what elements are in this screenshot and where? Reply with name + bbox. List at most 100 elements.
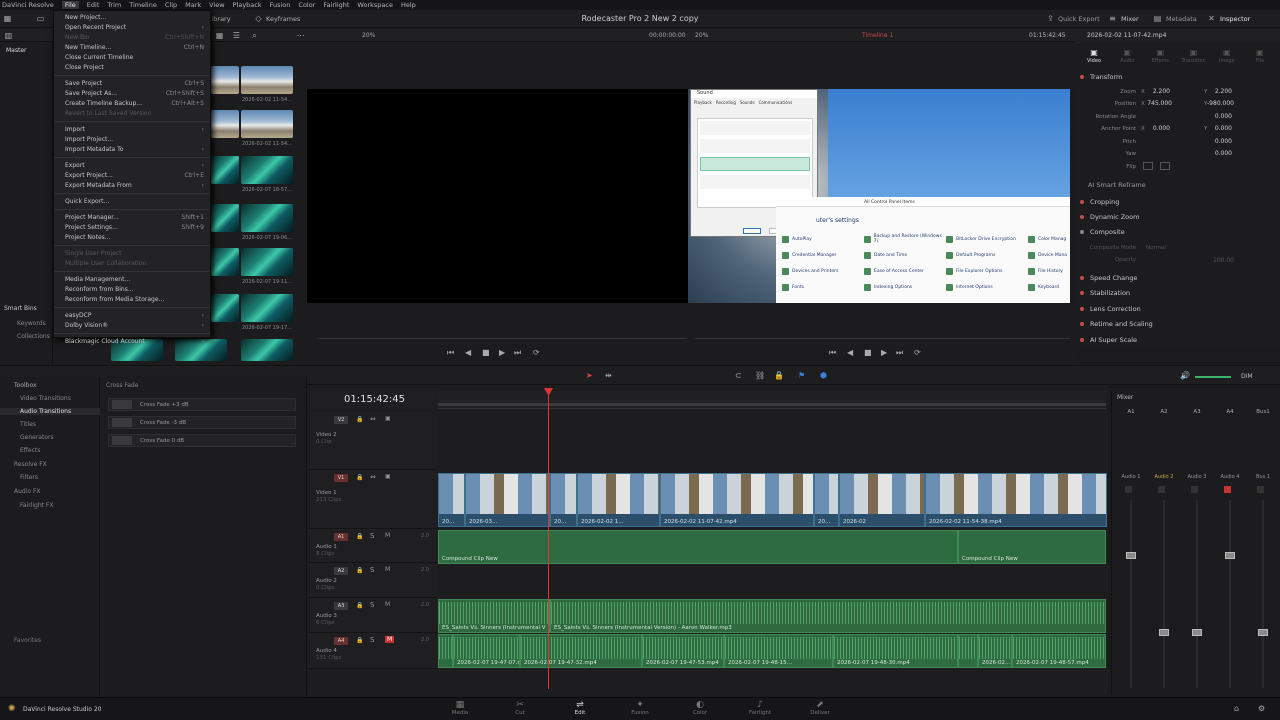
track-id[interactable]: A1 (334, 533, 348, 541)
track-solo-icon[interactable]: S (370, 532, 374, 540)
toolbox-node[interactable]: Toolbox (14, 382, 37, 389)
media-thumbnail[interactable] (211, 66, 239, 94)
zoom-y-field[interactable]: 2.200 (1208, 88, 1232, 95)
video-clip[interactable]: 20... (438, 473, 465, 527)
file-menu-item[interactable]: easyDCP › (54, 310, 210, 320)
anchor-x-field[interactable]: 0.000 (1146, 125, 1170, 132)
effects-tree-item[interactable]: Filters (20, 474, 38, 481)
inspector-section[interactable]: Dynamic Zoom (1080, 213, 1139, 221)
track-lock-icon[interactable]: 🔒 (356, 567, 363, 574)
track-solo-icon[interactable]: S (370, 601, 374, 609)
inspector-section[interactable]: Lens Correction (1080, 305, 1141, 313)
track-mute-icon[interactable]: M (385, 566, 390, 573)
more-icon[interactable]: ⋯ (296, 31, 305, 40)
cross-fade-item[interactable]: Cross Fade +3 dB (108, 398, 296, 411)
media-thumbnail[interactable] (211, 294, 239, 322)
file-menu-item[interactable]: Open Recent Project › (54, 22, 210, 32)
media-thumbnail[interactable] (211, 110, 239, 138)
yaw-field[interactable]: 0.000 (1208, 150, 1232, 157)
control-panel-item[interactable]: Devices and Printers (782, 265, 862, 277)
mixer-mute-button[interactable] (1224, 486, 1231, 493)
list-view-icon[interactable]: ▥ (4, 31, 13, 40)
track-lock-icon[interactable]: 🔒 (356, 533, 363, 540)
control-panel-item[interactable]: AutoPlay (782, 233, 862, 245)
snapping-icon[interactable]: ⊂ (735, 371, 742, 380)
section-enable-dot[interactable] (1080, 276, 1084, 280)
source-loop-icon[interactable]: ⟳ (533, 348, 540, 357)
menu-clip[interactable]: Clip (165, 1, 177, 9)
audio-clip[interactable]: 2026-02-07 19-48-57.mp4 (1012, 634, 1106, 668)
page-fairlight[interactable]: ♪ Fairlight (730, 700, 790, 716)
inspector-tabs[interactable]: ▣ Video ▣ Audio ▣ Effects ▣ Transition ▣ Image ▣ Fi… (1079, 45, 1275, 67)
mixer-fader-knob[interactable] (1126, 552, 1136, 559)
media-thumbnail[interactable] (241, 294, 293, 322)
file-menu-item[interactable]: Project Manager... Shift+1 (54, 212, 210, 222)
track-lock-icon[interactable]: 🔒 (356, 602, 363, 609)
video-clip[interactable]: 20... (814, 473, 839, 527)
menu-trim[interactable]: Trim (107, 1, 121, 9)
file-menu-item[interactable]: Reconform from Media Storage... (54, 294, 210, 304)
page-deliver[interactable]: ⬈ Deliver (790, 700, 850, 716)
section-enable-dot[interactable] (1080, 200, 1084, 204)
timeline-zoom[interactable]: 20% (695, 32, 708, 39)
section-enable-dot[interactable] (1080, 215, 1084, 219)
menu-view[interactable]: View (209, 1, 224, 9)
track-header-a2[interactable]: A2 Audio 20 Clips 🔒 S M 2.0 (308, 563, 437, 598)
inspector-section[interactable]: Cropping (1080, 198, 1119, 206)
list-icon[interactable]: ☰ (232, 31, 241, 40)
inspector-section[interactable]: Retime and Scaling (1080, 320, 1153, 328)
sound-tab[interactable]: Recording (716, 100, 736, 105)
smart-bin-keywords[interactable]: Keywords (17, 320, 46, 327)
home-icon[interactable]: ⌂ (1234, 704, 1239, 713)
timeline-viewer[interactable]: Sound Playback Recording Sounds Communicati… (688, 89, 1070, 303)
track-lock-icon[interactable]: 🔒 (356, 416, 363, 423)
selection-tool-icon[interactable]: ➤ (586, 371, 593, 380)
menu-file[interactable]: File (61, 1, 79, 9)
file-menu-item[interactable]: Export Project... Ctrl+E (54, 170, 210, 180)
sound-tab[interactable]: Playback (694, 100, 712, 105)
trim-tool-icon[interactable]: ⇹ (605, 371, 612, 380)
position-y-field[interactable]: -980.000 (1206, 100, 1234, 107)
control-panel-item[interactable]: Fonts (782, 281, 862, 293)
track-header-a3[interactable]: A3 Audio 36 Clips 🔒 S M 2.0 (308, 598, 437, 633)
music-clip[interactable]: ES_Saints Vs. Sinners (Instrumental V (438, 599, 550, 633)
source-zoom[interactable]: 20% (362, 32, 375, 39)
audio-clip[interactable]: 2026-02-07 19-47-53.mp4 (642, 634, 724, 668)
dim-button[interactable]: DIM (1241, 373, 1253, 380)
section-enable-dot[interactable] (1080, 291, 1084, 295)
linked-selection-icon[interactable]: ⛓ (755, 371, 765, 380)
section-enable-dot[interactable] (1080, 338, 1084, 342)
composite-mode-dropdown[interactable]: Normal (1146, 245, 1166, 251)
control-panel-item[interactable]: Indexing Options (864, 281, 944, 293)
track-header-a1[interactable]: A1 Audio 18 Clips 🔒 S M 2.0 (308, 529, 437, 563)
file-menu-item[interactable]: Dolby Vision® › (54, 320, 210, 330)
flag-icon[interactable]: ⚑ (798, 371, 805, 380)
media-thumbnail[interactable] (211, 156, 239, 184)
media-thumbnail[interactable] (241, 66, 293, 94)
file-menu-item[interactable]: New Project... (54, 12, 210, 22)
inspector-section[interactable]: Speed Change (1080, 274, 1137, 282)
mixer-fader-knob[interactable] (1258, 629, 1268, 636)
timeline-stop-icon[interactable]: ■ (864, 348, 872, 357)
menu-fusion[interactable]: Fusion (270, 1, 291, 9)
section-enable-dot[interactable] (1080, 307, 1084, 311)
track-auto-select-icon[interactable]: ⇔ (370, 415, 376, 423)
inspector-section[interactable]: AI Smart Reframe (1088, 181, 1146, 189)
favorites-node[interactable]: Favorites (14, 637, 41, 644)
track-id[interactable]: A3 (334, 602, 348, 610)
mixer-fader-knob[interactable] (1192, 629, 1202, 636)
track-mute-icon[interactable]: M (385, 601, 390, 608)
playback-device-list[interactable] (697, 118, 813, 208)
settings-icon[interactable]: ⚙ (1258, 704, 1265, 713)
control-panel-item[interactable]: Backup and Restore (Windows 7) (864, 233, 944, 245)
playhead[interactable] (548, 391, 549, 689)
menu-edit[interactable]: Edit (87, 1, 100, 9)
file-menu-item[interactable]: Blackmagic Cloud Account › (54, 336, 210, 346)
track-visibility-icon[interactable]: ▣ (385, 415, 391, 422)
transform-section[interactable]: Transform (1080, 73, 1122, 81)
ok-button[interactable] (743, 228, 761, 234)
track-id[interactable]: A2 (334, 567, 348, 575)
track-lock-icon[interactable]: 🔒 (356, 474, 363, 481)
control-panel-item[interactable]: Ease of Access Center (864, 265, 944, 277)
anchor-y-field[interactable]: 0.000 (1208, 125, 1232, 132)
